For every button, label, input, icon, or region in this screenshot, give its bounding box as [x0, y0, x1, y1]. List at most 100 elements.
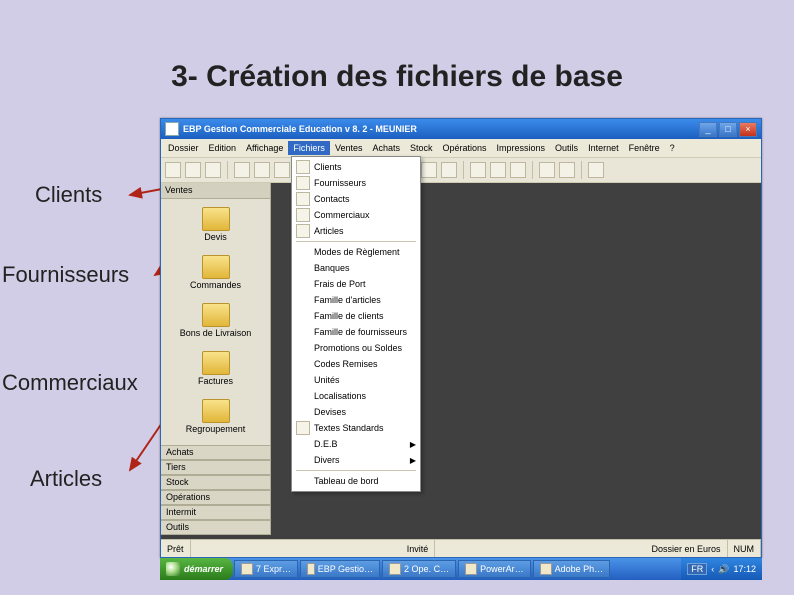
- menu-help[interactable]: ?: [665, 141, 680, 155]
- side-label: Regroupement: [186, 425, 246, 435]
- menu-dossier[interactable]: Dossier: [163, 141, 204, 155]
- toolbar: [161, 157, 761, 183]
- dd-divers[interactable]: Divers ▶: [292, 452, 420, 468]
- tray-chevron-icon[interactable]: ‹: [711, 564, 714, 574]
- dd-fam-clients[interactable]: Famille de clients: [292, 308, 420, 324]
- side-item-bl[interactable]: Bons de Livraison: [161, 299, 270, 347]
- dd-banques[interactable]: Banques: [292, 260, 420, 276]
- dd-label: Tableau de bord: [314, 476, 379, 486]
- task-adobe[interactable]: Adobe Ph…: [533, 560, 611, 578]
- menu-fenetre[interactable]: Fenêtre: [624, 141, 665, 155]
- tb-cut-icon[interactable]: [234, 162, 250, 178]
- side-sect-intermit[interactable]: Intermit: [161, 505, 270, 520]
- dd-unites[interactable]: Unités: [292, 372, 420, 388]
- tb-open-icon[interactable]: [185, 162, 201, 178]
- cube-icon: [296, 224, 310, 238]
- menu-achats[interactable]: Achats: [367, 141, 405, 155]
- menu-fichiers[interactable]: Fichiers: [288, 141, 330, 155]
- task-explorer[interactable]: 7 Expr…: [234, 560, 298, 578]
- dd-fam-fourn[interactable]: Famille de fournisseurs: [292, 324, 420, 340]
- dd-label: Unités: [314, 375, 340, 385]
- menu-ventes[interactable]: Ventes: [330, 141, 368, 155]
- doc-icon: [296, 421, 310, 435]
- folder-icon: [202, 303, 230, 327]
- minimize-button[interactable]: _: [699, 122, 717, 137]
- menu-stock[interactable]: Stock: [405, 141, 438, 155]
- dd-deb[interactable]: D.E.B▶: [292, 436, 420, 452]
- app-window: EBP Gestion Commerciale Education v 8. 2…: [160, 118, 762, 558]
- side-sect-stock[interactable]: Stock: [161, 475, 270, 490]
- dd-clients[interactable]: Clients: [292, 159, 420, 175]
- maximize-button[interactable]: □: [719, 122, 737, 137]
- dd-contacts[interactable]: Contacts: [292, 191, 420, 207]
- dd-commerciaux[interactable]: Commerciaux: [292, 207, 420, 223]
- fichiers-dropdown: Clients Fournisseurs Contacts Commerciau…: [291, 156, 421, 492]
- dd-label: Textes Standards: [314, 423, 384, 433]
- person-icon: [296, 192, 310, 206]
- tb-paste-icon[interactable]: [274, 162, 290, 178]
- dd-textes-std[interactable]: Textes Standards: [292, 420, 420, 436]
- tb-misc3-icon[interactable]: [441, 162, 457, 178]
- side-item-factures[interactable]: Factures: [161, 347, 270, 395]
- annotation-fournisseurs: Fournisseurs: [2, 262, 129, 288]
- side-item-regroup[interactable]: Regroupement: [161, 395, 270, 443]
- tb-comm-icon[interactable]: [510, 162, 526, 178]
- task-ebp[interactable]: EBP Gestio…: [300, 560, 380, 578]
- dd-tableau-bord[interactable]: Tableau de bord: [292, 473, 420, 489]
- dd-label: Famille de clients: [314, 311, 384, 321]
- dd-label: Famille d'articles: [314, 295, 381, 305]
- dd-separator: [296, 470, 416, 471]
- client-area: Ventes Devis Commandes Bons de Livraison…: [161, 183, 761, 535]
- close-button[interactable]: ×: [739, 122, 757, 137]
- task-label: 7 Expr…: [256, 564, 291, 574]
- menu-internet[interactable]: Internet: [583, 141, 624, 155]
- start-button[interactable]: démarrer: [160, 558, 233, 580]
- tb-help-icon[interactable]: [588, 162, 604, 178]
- menu-outils[interactable]: Outils: [550, 141, 583, 155]
- side-sect-ops[interactable]: Opérations: [161, 490, 270, 505]
- side-sect-outils[interactable]: Outils: [161, 520, 270, 535]
- side-item-commandes[interactable]: Commandes: [161, 251, 270, 299]
- dd-fam-articles[interactable]: Famille d'articles: [292, 292, 420, 308]
- side-label: Factures: [198, 377, 233, 387]
- dd-label: Articles: [314, 226, 344, 236]
- tb-copy-icon[interactable]: [254, 162, 270, 178]
- dd-label: Banques: [314, 263, 350, 273]
- tb-mail-icon[interactable]: [539, 162, 555, 178]
- tb-misc2-icon[interactable]: [421, 162, 437, 178]
- dd-label: Modes de Règlement: [314, 247, 400, 257]
- dd-frais-port[interactable]: Frais de Port: [292, 276, 420, 292]
- tb-fourn-icon[interactable]: [490, 162, 506, 178]
- dd-devises[interactable]: Devises: [292, 404, 420, 420]
- tb-web-icon[interactable]: [559, 162, 575, 178]
- menu-edition[interactable]: Edition: [204, 141, 242, 155]
- tray-lang[interactable]: FR: [687, 563, 707, 575]
- side-sect-achats[interactable]: Achats: [161, 445, 270, 460]
- dd-label: Localisations: [314, 391, 366, 401]
- tb-new-icon[interactable]: [165, 162, 181, 178]
- menu-affichage[interactable]: Affichage: [241, 141, 288, 155]
- dd-label: Divers: [314, 455, 340, 465]
- tray-clock[interactable]: 17:12: [733, 564, 756, 574]
- dd-localisations[interactable]: Localisations: [292, 388, 420, 404]
- titlebar[interactable]: EBP Gestion Commerciale Education v 8. 2…: [161, 119, 761, 139]
- dd-promos[interactable]: Promotions ou Soldes: [292, 340, 420, 356]
- chevron-right-icon: ▶: [410, 456, 416, 465]
- tray-volume-icon[interactable]: 🔊: [718, 564, 729, 575]
- side-item-devis[interactable]: Devis: [161, 203, 270, 251]
- menu-operations[interactable]: Opérations: [438, 141, 492, 155]
- dd-codes-remises[interactable]: Codes Remises: [292, 356, 420, 372]
- dd-articles[interactable]: Articles: [292, 223, 420, 239]
- dd-fournisseurs[interactable]: Fournisseurs: [292, 175, 420, 191]
- statusbar: Prêt Invité Dossier en Euros NUM: [161, 539, 761, 557]
- task-powerar[interactable]: PowerAr…: [458, 560, 531, 578]
- tb-save-icon[interactable]: [205, 162, 221, 178]
- folder-icon: [241, 563, 253, 575]
- side-header[interactable]: Ventes: [161, 183, 270, 199]
- dd-modes-reglement[interactable]: Modes de Règlement: [292, 244, 420, 260]
- side-sect-tiers[interactable]: Tiers: [161, 460, 270, 475]
- task-office[interactable]: 2 Ope. C…: [382, 560, 456, 578]
- menu-impressions[interactable]: Impressions: [492, 141, 551, 155]
- status-num: NUM: [728, 540, 762, 557]
- tb-client-icon[interactable]: [470, 162, 486, 178]
